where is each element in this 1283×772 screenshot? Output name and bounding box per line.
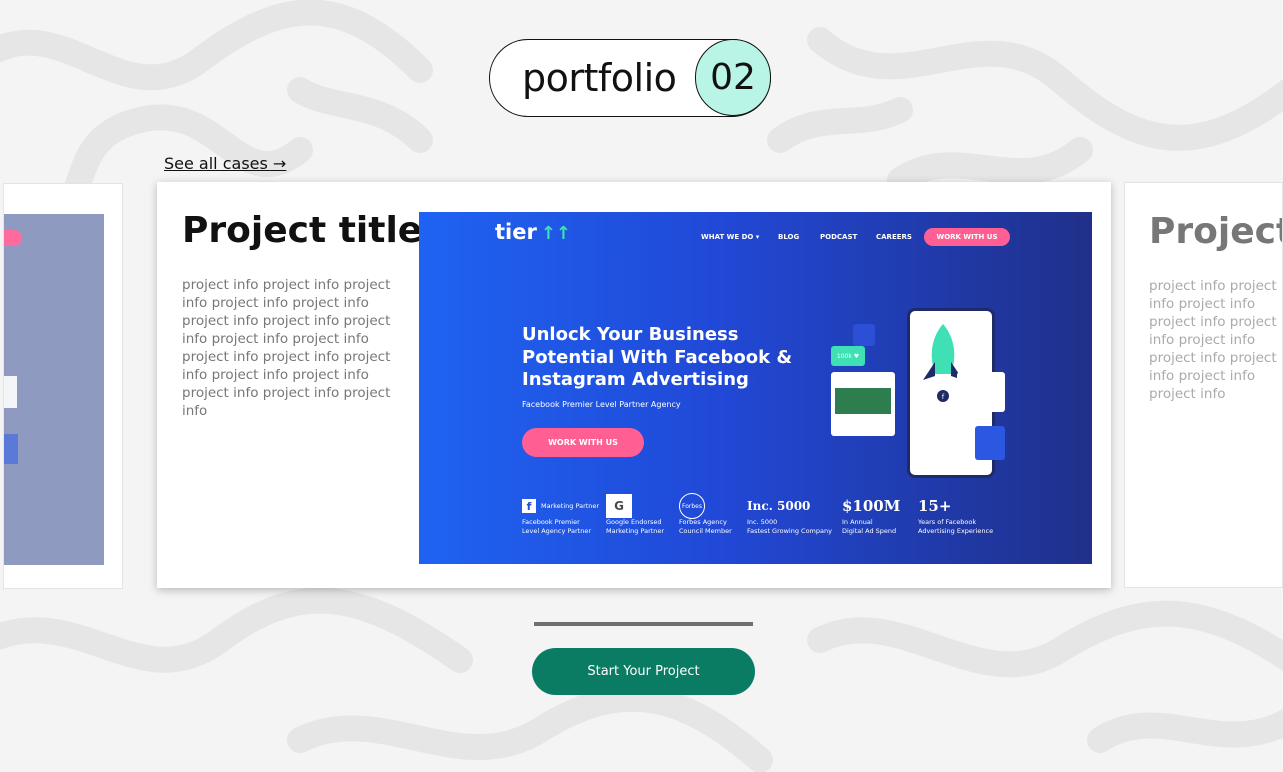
- badge-line: Forbes Agency: [679, 518, 727, 526]
- start-your-project-button[interactable]: Start Your Project: [532, 648, 755, 695]
- years-value: 15+: [918, 497, 952, 515]
- badge-line: Marketing Partner: [606, 526, 665, 535]
- nav-blog: BLOG: [778, 233, 800, 241]
- badge-google: G Google Endorsed Marketing Partner: [606, 494, 664, 535]
- metrics-panel: [957, 372, 1005, 412]
- badge-line: Inc. 5000: [747, 518, 778, 526]
- previous-project-pink-button: [4, 230, 22, 246]
- next-project-info: project info project info project info p…: [1149, 278, 1277, 402]
- next-project-title: Project title: [1149, 211, 1283, 252]
- previous-project-screenshot: [4, 214, 104, 565]
- previous-project-card[interactable]: [3, 183, 123, 589]
- hero-subtitle: Facebook Premier Level Partner Agency: [522, 400, 681, 409]
- inc5000-logo: Inc. 5000: [747, 498, 811, 513]
- forbes-seal-icon: Forbes: [679, 493, 705, 519]
- badge-head: Marketing Partner: [541, 501, 600, 510]
- next-project-card[interactable]: Project title project info project info …: [1124, 182, 1283, 588]
- previous-project-blue-block: [4, 434, 18, 464]
- nav-podcast: PODCAST: [820, 233, 858, 241]
- project-screenshot: tier ↑↑ WHAT WE DO ▾ BLOG PODCAST CAREERS…: [419, 212, 1092, 564]
- badge-years: 15+ Years of Facebook Advertising Experi…: [918, 494, 993, 535]
- badge-line: Facebook Premier: [522, 518, 580, 526]
- hero-title: Unlock Your Business Potential With Face…: [522, 324, 793, 390]
- slider-progress-fill: [534, 622, 753, 626]
- badge-line: Years of Facebook: [918, 518, 977, 526]
- illustration-square: [853, 324, 875, 346]
- tier-logo: tier ↑↑: [495, 220, 571, 244]
- see-all-cases-link[interactable]: See all cases →: [164, 154, 286, 173]
- badge-line: Google Endorsed: [606, 518, 662, 526]
- tier-arrows-icon: ↑↑: [540, 223, 572, 244]
- badge-line: Advertising Experience: [918, 526, 994, 535]
- badge-line: Fastest Growing Company: [747, 526, 832, 535]
- stats-chart: [835, 388, 891, 414]
- project-card[interactable]: Project title project info project info …: [157, 182, 1111, 588]
- badge-forbes: Forbes Forbes Agency Council Member: [679, 493, 732, 535]
- ad-spend-value: $100M: [842, 497, 901, 515]
- nav-what-we-do: WHAT WE DO ▾: [701, 233, 760, 241]
- likes-bubble: 100k ♥: [831, 346, 865, 366]
- badge-line: In Annual: [842, 518, 873, 526]
- previous-project-white-block: [4, 376, 17, 408]
- chart-card-icon: [975, 426, 1005, 460]
- tier-logo-text: tier: [495, 220, 537, 244]
- facebook-icon: f: [522, 499, 536, 513]
- google-icon: G: [606, 494, 632, 518]
- hero-work-with-us-button: WORK WITH US: [522, 428, 644, 457]
- slider-progress-track[interactable]: [534, 622, 753, 626]
- section-label: portfolio: [522, 56, 677, 100]
- project-info: project info project info project info p…: [182, 277, 391, 419]
- project-title: Project title: [182, 210, 423, 251]
- badge-ad-spend: $100M In Annual Digital Ad Spend: [842, 494, 900, 535]
- section-number-badge: 02: [695, 39, 771, 116]
- badge-inc5000: Inc. 5000 Inc. 5000 Fastest Growing Comp…: [747, 494, 832, 535]
- section-header-pill: portfolio 02: [489, 39, 771, 117]
- badge-line: Level Agency Partner: [522, 526, 592, 535]
- nav-work-with-us-button: WORK WITH US: [924, 228, 1010, 246]
- nav-careers: CAREERS: [876, 233, 912, 241]
- badge-marketing-partner: f Marketing Partner Facebook Premier Leve…: [522, 494, 599, 535]
- badge-line: Council Member: [679, 526, 732, 535]
- badge-line: Digital Ad Spend: [842, 526, 897, 535]
